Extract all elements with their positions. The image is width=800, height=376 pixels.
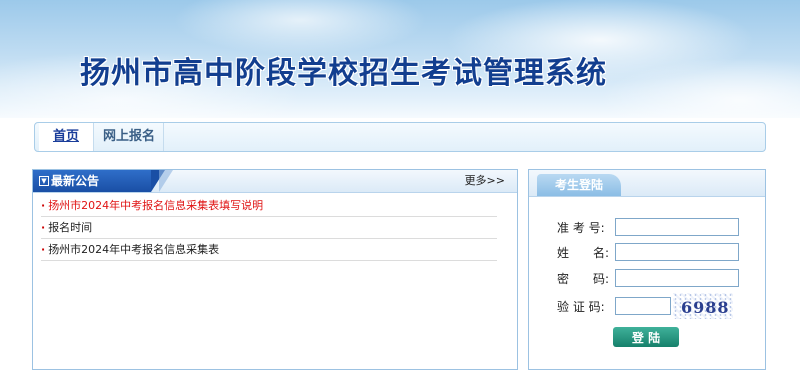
bullet-icon: · <box>41 243 46 256</box>
name-label: 姓 名: <box>557 246 610 260</box>
login-tab: 考生登陆 <box>537 174 621 196</box>
list-item[interactable]: · 扬州市2024年中考报名信息采集表 <box>41 239 497 261</box>
password-input[interactable] <box>615 269 739 287</box>
list-item[interactable]: · 扬州市2024年中考报名信息采集表填写说明 <box>41 195 497 217</box>
login-header: 考生登陆 <box>529 170 765 197</box>
captcha-row: 验 证 码: 6988 <box>529 293 765 319</box>
notice-header: ▼ 最新公告 更多>> <box>33 170 517 193</box>
exam-no-input[interactable] <box>615 218 739 236</box>
bullet-icon: · <box>41 199 46 212</box>
nav-item-home[interactable]: 首页 <box>39 123 94 151</box>
password-label: 密 码: <box>557 272 610 286</box>
notice-title: 最新公告 <box>51 174 100 188</box>
nav-item-online-signup[interactable]: 网上报名 <box>95 123 164 151</box>
site-title: 扬州市高中阶段学校招生考试管理系统 <box>80 56 607 91</box>
notice-tab: ▼ 最新公告 <box>33 170 151 192</box>
collapse-icon[interactable]: ▼ <box>39 176 49 186</box>
password-row: 密 码: <box>529 269 765 289</box>
notice-link[interactable]: 报名时间 <box>48 221 92 234</box>
exam-no-label: 准 考 号: <box>557 221 605 235</box>
login-panel: 考生登陆 准 考 号: 姓 名: 密 码: 验 证 码: 6988 登 陆 <box>528 169 766 370</box>
header-banner: 扬州市高中阶段学校招生考试管理系统 <box>0 0 800 118</box>
exam-no-row: 准 考 号: <box>529 218 765 238</box>
bullet-icon: · <box>41 221 46 234</box>
captcha-image[interactable]: 6988 <box>673 293 733 319</box>
tab-decoration <box>159 170 173 192</box>
notice-link[interactable]: 扬州市2024年中考报名信息采集表填写说明 <box>48 199 263 212</box>
captcha-label: 验 证 码: <box>557 300 605 314</box>
captcha-code: 6988 <box>681 298 730 317</box>
notice-panel: ▼ 最新公告 更多>> · 扬州市2024年中考报名信息采集表填写说明 · 报名时间… <box>32 169 518 370</box>
login-button[interactable]: 登 陆 <box>613 327 679 347</box>
list-item[interactable]: · 报名时间 <box>41 217 497 239</box>
name-row: 姓 名: <box>529 243 765 263</box>
captcha-input[interactable] <box>615 297 671 315</box>
notice-link[interactable]: 扬州市2024年中考报名信息采集表 <box>48 243 219 256</box>
notice-list: · 扬州市2024年中考报名信息采集表填写说明 · 报名时间 · 扬州市2024年中考… <box>41 195 497 261</box>
nav-bar: 首页 网上报名 <box>34 122 766 152</box>
name-input[interactable] <box>615 243 739 261</box>
more-link[interactable]: 更多>> <box>465 170 505 192</box>
